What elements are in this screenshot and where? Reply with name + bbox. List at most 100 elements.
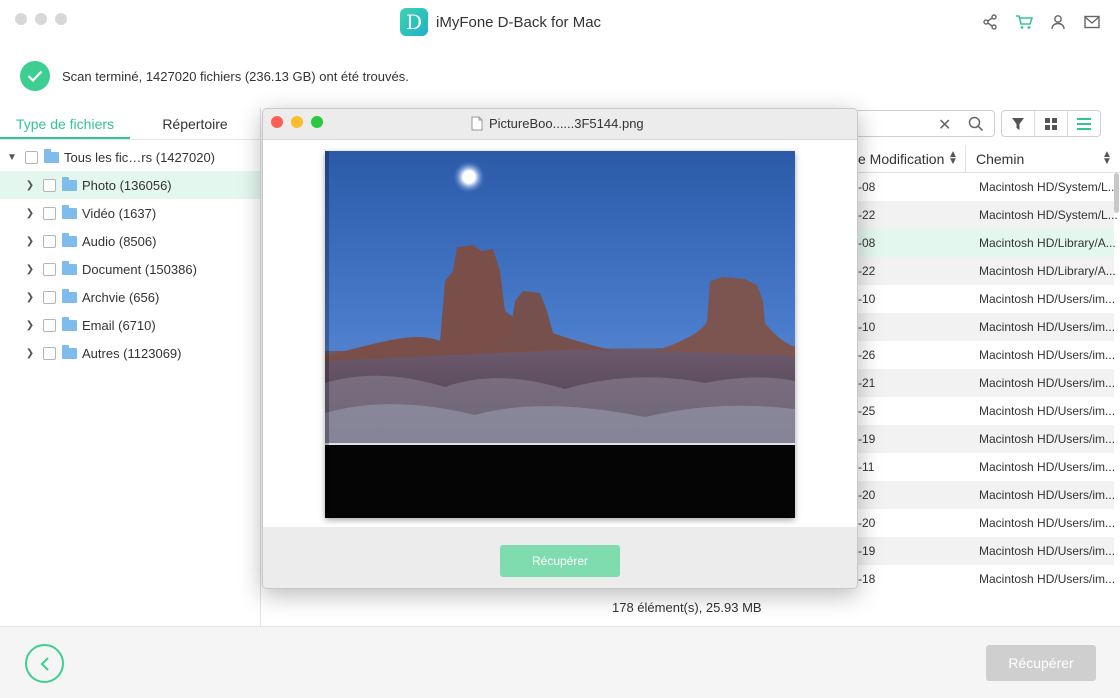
- table-row[interactable]: -19 Macintosh HD/Users/im...: [858, 537, 1115, 565]
- chevron-right-icon[interactable]: ❯: [23, 348, 37, 359]
- scrollbar-thumb[interactable]: [1114, 173, 1119, 213]
- tree-item-label: Document (150386): [82, 261, 197, 277]
- top-toolbar: [980, 12, 1102, 32]
- photo-checkbox[interactable]: [43, 178, 56, 192]
- tab-directory[interactable]: Répertoire: [130, 108, 260, 139]
- column-path[interactable]: Chemin: [976, 151, 1024, 167]
- recover-button[interactable]: Récupérer: [986, 645, 1096, 681]
- window-zoom-button[interactable]: [55, 13, 67, 25]
- row-path: Macintosh HD/Library/A...: [979, 264, 1116, 278]
- back-button[interactable]: [25, 644, 64, 683]
- audio-checkbox[interactable]: [43, 234, 56, 248]
- preview-zoom-button[interactable]: [311, 116, 323, 128]
- row-date: -19: [858, 432, 876, 446]
- tab-file-types[interactable]: Type de fichiers: [0, 108, 130, 139]
- row-date: -20: [858, 516, 876, 530]
- grid-view-icon[interactable]: [1035, 111, 1068, 136]
- tree-item-label: Audio (8506): [82, 233, 157, 249]
- table-row[interactable]: -26 Macintosh HD/Users/im...: [858, 341, 1116, 369]
- tree-item-label: Photo (136056): [82, 177, 172, 193]
- search-input[interactable]: ✕: [858, 110, 995, 137]
- search-icon[interactable]: [968, 116, 984, 135]
- preview-close-button[interactable]: [271, 116, 283, 128]
- list-view-icon[interactable]: [1068, 111, 1100, 136]
- app-name: iMyFone D-Back for Mac: [436, 13, 602, 31]
- preview-filename: PictureBoo......3F5144.png: [489, 116, 644, 131]
- table-scrollbar[interactable]: [1114, 173, 1120, 593]
- tree-item-archive[interactable]: ❯ Archvie (656): [0, 283, 260, 311]
- table-row[interactable]: -10 Macintosh HD/Users/im...: [858, 313, 1115, 341]
- sort-icon[interactable]: ▲ ▼: [948, 150, 958, 167]
- sidebar: Type de fichiers Répertoire ▼ Tous les f…: [0, 108, 261, 626]
- table-row[interactable]: -22 Macintosh HD/System/L...: [858, 201, 1118, 229]
- table-row[interactable]: -10 Macintosh HD/Users/im...: [858, 285, 1115, 313]
- chevron-right-icon[interactable]: ❯: [23, 236, 37, 247]
- app-logo-icon: D: [400, 8, 428, 36]
- table-row[interactable]: -21 Macintosh HD/Users/im...: [858, 369, 1115, 397]
- table-row[interactable]: -11 Macintosh HD/Users/im...: [858, 453, 1116, 481]
- row-date: -18: [858, 572, 876, 586]
- chevron-right-icon[interactable]: ❯: [23, 292, 37, 303]
- document-checkbox[interactable]: [43, 262, 56, 276]
- table-row[interactable]: -25 Macintosh HD/Users/im...: [858, 397, 1116, 425]
- folder-icon: [62, 288, 77, 303]
- tree-item-email[interactable]: ❯ Email (6710): [0, 311, 260, 339]
- user-icon[interactable]: [1048, 12, 1068, 32]
- file-table-header: e Modification ▲ ▼ Chemin ▲ ▼: [858, 145, 1120, 173]
- clear-search-icon[interactable]: ✕: [938, 115, 951, 135]
- row-date: -10: [858, 320, 876, 334]
- table-row[interactable]: -08 Macintosh HD/System/L...: [858, 173, 1118, 201]
- preview-body: [263, 140, 857, 527]
- preview-footer: Récupérer: [263, 527, 857, 588]
- cart-icon[interactable]: [1014, 12, 1034, 32]
- row-path: Macintosh HD/Users/im...: [979, 460, 1116, 474]
- chevron-down-icon[interactable]: ▼: [5, 152, 19, 163]
- tree-item-document[interactable]: ❯ Document (150386): [0, 255, 260, 283]
- window-close-button[interactable]: [15, 13, 27, 25]
- folder-icon: [62, 316, 77, 331]
- filter-icon[interactable]: [1002, 111, 1035, 136]
- tree-item-video[interactable]: ❯ Vidéo (1637): [0, 199, 260, 227]
- folder-icon: [44, 148, 59, 163]
- row-date: -22: [858, 208, 876, 222]
- chevron-left-icon: [40, 656, 49, 671]
- chevron-right-icon[interactable]: ❯: [23, 208, 37, 219]
- root-checkbox[interactable]: [25, 150, 38, 164]
- table-row[interactable]: -18 Macintosh HD/Users/im...: [858, 565, 1115, 593]
- chevron-right-icon[interactable]: ❯: [23, 264, 37, 275]
- mail-icon[interactable]: [1082, 12, 1102, 32]
- row-path: Macintosh HD/Users/im...: [979, 404, 1116, 418]
- sort-icon[interactable]: ▲ ▼: [1102, 150, 1112, 167]
- archive-checkbox[interactable]: [43, 290, 56, 304]
- tree-item-others[interactable]: ❯ Autres (1123069): [0, 339, 260, 367]
- tree-item-audio[interactable]: ❯ Audio (8506): [0, 227, 260, 255]
- table-row[interactable]: -19 Macintosh HD/Users/im...: [858, 425, 1116, 453]
- tree-root-all-files[interactable]: ▼ Tous les fic…rs (1427020): [0, 143, 260, 171]
- chevron-right-icon[interactable]: ❯: [23, 320, 37, 331]
- email-checkbox[interactable]: [43, 318, 56, 332]
- tree-item-photo[interactable]: ❯ Photo (136056): [0, 171, 260, 199]
- row-path: Macintosh HD/Users/im...: [979, 432, 1116, 446]
- row-path: Macintosh HD/System/L...: [979, 180, 1118, 194]
- file-table-body: -08 Macintosh HD/System/L... -22 Macintosh…: [858, 173, 1118, 593]
- table-row[interactable]: -20 Macintosh HD/Users/im...: [858, 481, 1116, 509]
- table-row[interactable]: -22 Macintosh HD/Library/A...: [858, 257, 1116, 285]
- column-divider: [965, 145, 966, 173]
- file-toolbar: ✕: [858, 110, 1120, 140]
- row-path: Macintosh HD/Users/im...: [979, 488, 1116, 502]
- table-row[interactable]: -20 Macintosh HD/Users/im...: [858, 509, 1115, 537]
- table-row[interactable]: -08 Macintosh HD/Library/A...: [858, 229, 1116, 257]
- others-checkbox[interactable]: [43, 346, 56, 360]
- preview-recover-button[interactable]: Récupérer: [500, 545, 620, 577]
- row-path: Macintosh HD/System/L...: [979, 208, 1118, 222]
- preview-window: PictureBoo......3F5144.png Récupérer: [262, 108, 858, 589]
- window-minimize-button[interactable]: [35, 13, 47, 25]
- row-date: -19: [858, 544, 876, 558]
- preview-minimize-button[interactable]: [291, 116, 303, 128]
- share-icon[interactable]: [980, 12, 1000, 32]
- row-path: Macintosh HD/Users/im...: [979, 348, 1116, 362]
- tree-item-label: Archvie (656): [82, 289, 160, 305]
- video-checkbox[interactable]: [43, 206, 56, 220]
- chevron-right-icon[interactable]: ❯: [23, 180, 37, 191]
- row-date: -11: [858, 460, 875, 474]
